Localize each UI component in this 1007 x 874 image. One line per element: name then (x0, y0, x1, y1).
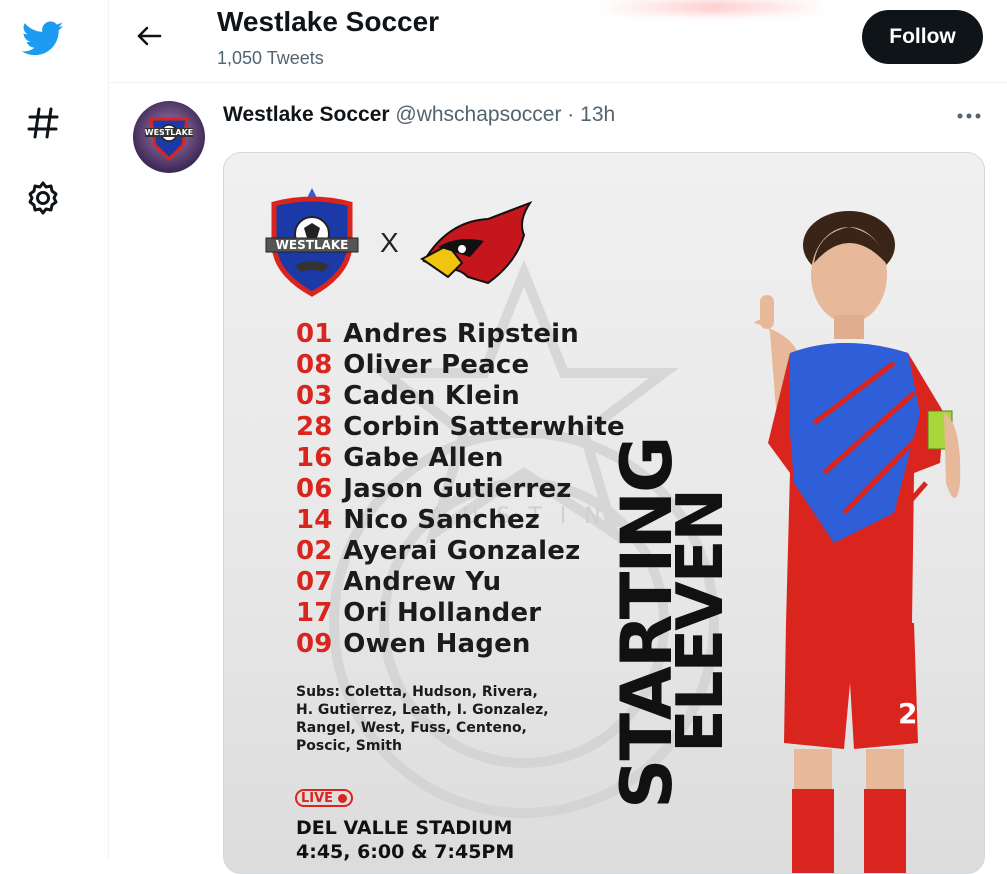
svg-text:2: 2 (898, 697, 917, 730)
player-name: Ayerai Gonzalez (343, 536, 581, 566)
roster-row: 17 Ori Hollander (296, 598, 625, 629)
separator-dot: · (567, 103, 575, 126)
subs-list: Subs: Coletta, Hudson, Rivera, H. Gutier… (296, 684, 549, 754)
roster-list: 01 Andres Ripstein 08 Oliver Peace 03 Ca… (296, 319, 625, 660)
page-title: Westlake Soccer (217, 6, 440, 37)
roster-row: 07 Andrew Yu (296, 567, 625, 598)
roster-row: 02 Ayerai Gonzalez (296, 536, 625, 567)
roster-row: 06 Jason Gutierrez (296, 474, 625, 505)
player-number: 09 (296, 629, 333, 659)
player-number: 01 (296, 319, 333, 349)
left-nav (0, 0, 109, 860)
player-name: Andres Ripstein (343, 319, 579, 349)
player-number: 17 (296, 598, 333, 628)
gear-icon[interactable] (22, 177, 64, 219)
more-options-icon[interactable] (954, 104, 984, 128)
roster-row: 16 Gabe Allen (296, 443, 625, 474)
player-name: Caden Klein (343, 381, 521, 411)
roster-row: 14 Nico Sanchez (296, 505, 625, 536)
venue-label: DEL VALLE STADIUM (296, 817, 513, 839)
cardinal-logo (420, 201, 533, 285)
back-arrow-icon[interactable] (131, 18, 167, 54)
roster-row: 03 Caden Klein (296, 381, 625, 412)
tweet-time[interactable]: 13h (580, 103, 615, 126)
roster-row: 28 Corbin Satterwhite (296, 412, 625, 443)
roster-row: 09 Owen Hagen (296, 629, 625, 660)
svg-text:WESTLAKE: WESTLAKE (276, 238, 349, 252)
player-number: 28 (296, 412, 333, 442)
versus-label: X (380, 227, 399, 258)
player-number: 14 (296, 505, 333, 535)
player-number: 02 (296, 536, 333, 566)
profile-header: Westlake Soccer 1,050 Tweets Follow (109, 0, 1007, 83)
player-number: 06 (296, 474, 333, 504)
player-name: Gabe Allen (343, 443, 504, 473)
player-name: Oliver Peace (343, 350, 530, 380)
player-name: Owen Hagen (343, 629, 531, 659)
live-badge: LIVE (295, 789, 353, 807)
player-name: Nico Sanchez (343, 505, 541, 535)
author-name[interactable]: Westlake Soccer (223, 103, 390, 126)
avatar[interactable]: WESTLAKE (133, 101, 205, 173)
follow-button[interactable]: Follow (862, 10, 983, 64)
player-name: Corbin Satterwhite (343, 412, 625, 442)
player-number: 03 (296, 381, 333, 411)
player-name: Ori Hollander (343, 598, 542, 628)
roster-row: 01 Andres Ripstein (296, 319, 625, 350)
live-dot-icon (338, 794, 347, 803)
hashtag-icon[interactable] (22, 102, 64, 144)
tweet-media-image[interactable]: AUSTIN WESTLAKE X 01 Andres Ripstein 08 … (223, 152, 985, 874)
header-background (599, 0, 829, 14)
tweet-header: Westlake Soccer @whschapsoccer · 13h (223, 103, 615, 127)
westlake-logo: WESTLAKE (265, 188, 359, 297)
player-number: 08 (296, 350, 333, 380)
tweet-count: 1,050 Tweets (217, 48, 324, 68)
live-label: LIVE (301, 790, 334, 806)
player-number: 16 (296, 443, 333, 473)
author-handle[interactable]: @whschapsoccer (395, 103, 561, 126)
svg-text:WESTLAKE: WESTLAKE (145, 128, 193, 137)
roster-row: 08 Oliver Peace (296, 350, 625, 381)
twitter-bird-icon[interactable] (22, 18, 64, 60)
player-number: 07 (296, 567, 333, 597)
player-photo: 2 (754, 211, 961, 873)
player-name: Jason Gutierrez (343, 474, 572, 504)
player-name: Andrew Yu (343, 567, 502, 597)
